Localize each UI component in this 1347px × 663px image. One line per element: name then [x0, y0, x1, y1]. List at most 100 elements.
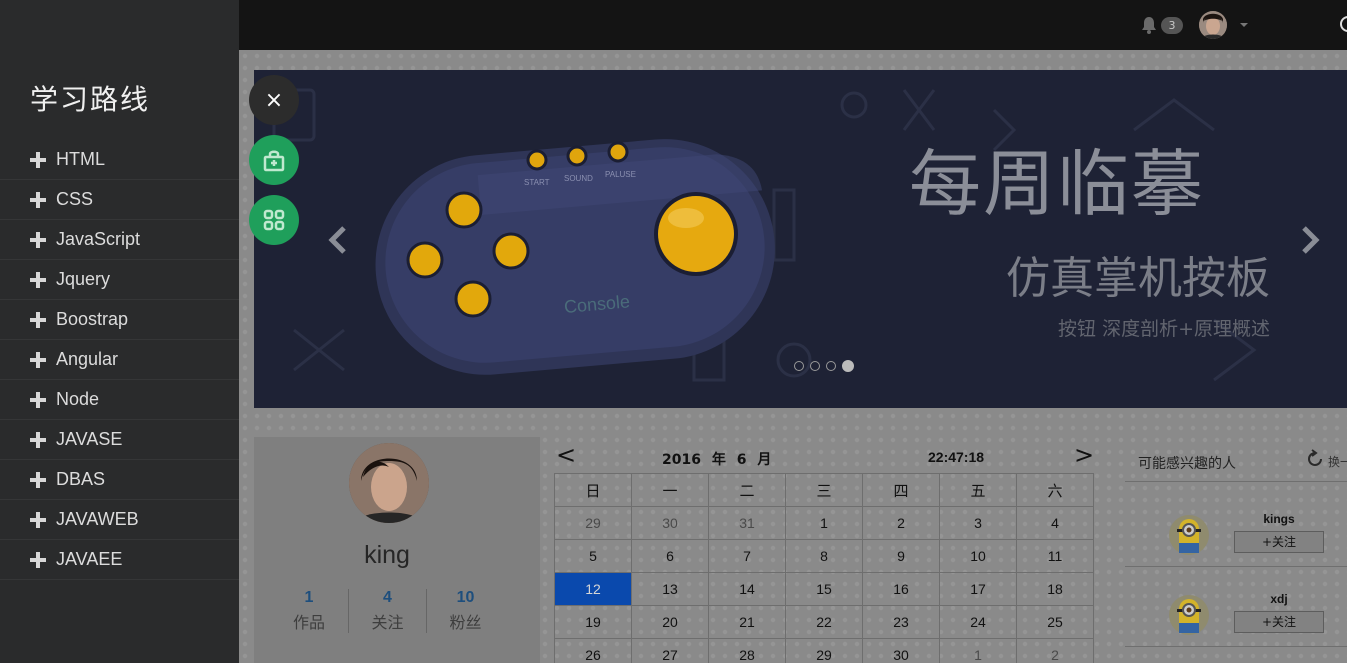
calendar-day[interactable]: 6	[631, 539, 709, 573]
carousel-dot[interactable]	[810, 361, 820, 371]
calendar-next-button[interactable]: >	[1074, 441, 1094, 469]
calendar-day[interactable]: 21	[708, 605, 786, 639]
divider	[1125, 646, 1347, 647]
calendar-day[interactable]: 30	[862, 638, 940, 663]
sidebar-item-angular[interactable]: Angular	[0, 340, 239, 380]
calendar-day[interactable]: 13	[631, 572, 709, 606]
calendar-day[interactable]: 17	[939, 572, 1017, 606]
close-button[interactable]: ×	[249, 75, 299, 125]
calendar-day[interactable]: 10	[939, 539, 1017, 573]
sidebar-item-javase[interactable]: JAVASE	[0, 420, 239, 460]
profile-avatar[interactable]	[349, 443, 429, 523]
calendar-day[interactable]: 9	[862, 539, 940, 573]
person-name[interactable]: kings	[1235, 512, 1323, 526]
calendar-day[interactable]: 28	[708, 638, 786, 663]
weekday-label: 五	[939, 473, 1017, 507]
banner-next-arrow[interactable]	[1294, 220, 1324, 260]
carousel-dot-active[interactable]	[842, 360, 854, 372]
follow-button[interactable]: +关注	[1234, 611, 1324, 633]
sidebar-item-boostrap[interactable]: Boostrap	[0, 300, 239, 340]
carousel-dot[interactable]	[794, 361, 804, 371]
stat-followers[interactable]: 10 粉丝	[426, 589, 504, 633]
calendar-day[interactable]: 30	[631, 506, 709, 540]
calendar-day[interactable]: 2	[862, 506, 940, 540]
calendar-grid: 日 一 二 三 四 五 六 29 30 31 1 2 3 4 5 6 7 8 9 10 11 12 13 14 1…	[554, 473, 1094, 663]
calendar-day[interactable]: 27	[631, 638, 709, 663]
calendar-day[interactable]: 3	[939, 506, 1017, 540]
sidebar-item-node[interactable]: Node	[0, 380, 239, 420]
stat-label: 粉丝	[449, 613, 482, 632]
banner-prev-arrow[interactable]	[324, 220, 354, 260]
sidebar-item-label: JAVAWEB	[56, 509, 139, 529]
lock-icon	[263, 150, 285, 172]
carousel-indicators	[794, 360, 854, 372]
carousel-dot[interactable]	[826, 361, 836, 371]
stat-label: 作品	[292, 613, 325, 632]
profile-card: king 1 作品 4 关注 10 粉丝	[254, 437, 540, 663]
calendar-weekday-row: 日 一 二 三 四 五 六	[554, 473, 1094, 507]
sidebar-item-label: JAVAEE	[56, 549, 123, 569]
chevron-down-icon[interactable]	[1240, 23, 1248, 27]
stat-following[interactable]: 4 关注	[348, 589, 426, 633]
sidebar-item-label: JavaScript	[56, 229, 141, 249]
calendar-day[interactable]: 20	[631, 605, 709, 639]
calendar-day[interactable]: 16	[862, 572, 940, 606]
bell-icon[interactable]	[1141, 16, 1157, 34]
calendar-day[interactable]: 4	[1016, 506, 1094, 540]
weekday-label: 三	[785, 473, 863, 507]
calendar-day[interactable]: 11	[1016, 539, 1094, 573]
person-item: xdj +关注	[1125, 587, 1347, 647]
calendar-day[interactable]: 22	[785, 605, 863, 639]
sidebar-item-dbas[interactable]: DBAS	[0, 460, 239, 500]
plus-icon	[30, 511, 46, 528]
calendar-day[interactable]: 23	[862, 605, 940, 639]
calendar-day[interactable]: 7	[708, 539, 786, 573]
lock-button[interactable]	[249, 135, 299, 185]
calendar-week-row: 19 20 21 22 23 24 25	[554, 605, 1094, 639]
calendar-day[interactable]: 8	[785, 539, 863, 573]
calendar-day[interactable]: 24	[939, 605, 1017, 639]
sidebar-item-jquery[interactable]: Jquery	[0, 260, 239, 300]
sidebar-item-javaweb[interactable]: JAVAWEB	[0, 500, 239, 540]
calendar-day[interactable]: 25	[1016, 605, 1094, 639]
profile-stats: 1 作品 4 关注 10 粉丝	[270, 589, 504, 633]
refresh-label[interactable]: 换一	[1328, 453, 1347, 470]
calendar-day[interactable]: 15	[785, 572, 863, 606]
calendar-day[interactable]: 19	[554, 605, 632, 639]
banner-title: 每周临摹	[909, 142, 1206, 226]
sidebar-item-label: Jquery	[56, 269, 111, 289]
sidebar-item-html[interactable]: HTML	[0, 140, 239, 180]
weekday-label: 六	[1016, 473, 1094, 507]
calendar-prev-button[interactable]: <	[556, 441, 576, 469]
calendar-day[interactable]: 31	[708, 506, 786, 540]
calendar-day-today[interactable]: 12	[554, 572, 632, 606]
plus-icon	[30, 231, 46, 248]
calendar-day[interactable]: 5	[554, 539, 632, 573]
calendar-day[interactable]: 29	[554, 506, 632, 540]
sidebar-item-css[interactable]: CSS	[0, 180, 239, 220]
calendar-day[interactable]: 1	[785, 506, 863, 540]
calendar-day[interactable]: 14	[708, 572, 786, 606]
calendar-day[interactable]: 26	[554, 638, 632, 663]
grid-icon	[263, 209, 285, 231]
minion-avatar[interactable]	[1169, 513, 1209, 559]
calendar-day[interactable]: 2	[1016, 638, 1094, 663]
sidebar-item-javascript[interactable]: JavaScript	[0, 220, 239, 260]
calendar-day[interactable]: 18	[1016, 572, 1094, 606]
notification-badge[interactable]: 3	[1161, 17, 1183, 34]
grid-button[interactable]	[249, 195, 299, 245]
person-name[interactable]: xdj	[1235, 592, 1323, 606]
minion-avatar[interactable]	[1169, 593, 1209, 639]
follow-button[interactable]: +关注	[1234, 531, 1324, 553]
sidebar-item-label: CSS	[56, 189, 94, 209]
refresh-icon[interactable]	[1305, 449, 1325, 469]
sidebar-item-javaee[interactable]: JAVAEE	[0, 540, 239, 580]
stat-works[interactable]: 1 作品	[270, 589, 348, 633]
sidebar-item-label: DBAS	[56, 469, 106, 489]
calendar-day[interactable]: 1	[939, 638, 1017, 663]
banner-carousel: START SOUND PALUSE Console 每周临摹 仿真掌机按板 按…	[254, 70, 1347, 408]
avatar[interactable]	[1199, 11, 1227, 39]
calendar-day[interactable]: 29	[785, 638, 863, 663]
power-icon[interactable]	[1340, 16, 1347, 32]
plus-icon	[30, 151, 46, 168]
